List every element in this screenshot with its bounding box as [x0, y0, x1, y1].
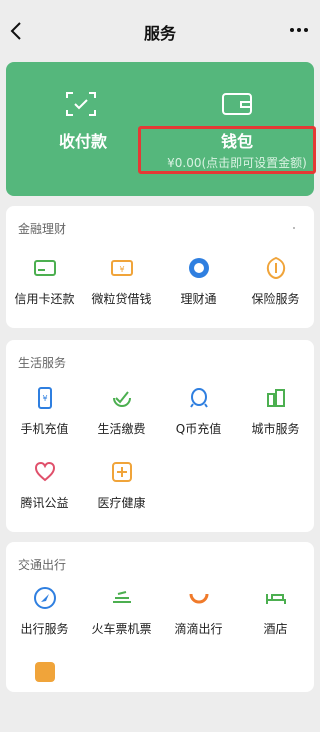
service-item-city[interactable]: 城市服务 — [237, 386, 314, 458]
service-label: 信用卡还款 — [14, 292, 75, 306]
svg-text:¥: ¥ — [42, 394, 47, 403]
service-label: 生活缴费 — [97, 422, 146, 436]
collect-pay-button[interactable]: 收付款 — [6, 62, 160, 196]
service-item-didi[interactable]: 滴滴出行 — [160, 586, 237, 658]
service-label: 医疗健康 — [97, 496, 146, 510]
wallet-icon — [222, 93, 252, 115]
highlight-box — [138, 126, 316, 174]
collect-pay-label: 收付款 — [58, 132, 107, 151]
service-item-train[interactable]: 火车票机票 — [83, 586, 160, 658]
service-label: 手机充值 — [20, 422, 69, 436]
service-label: 火车票机票 — [91, 622, 152, 636]
service-label: 滴滴出行 — [174, 622, 223, 636]
service-item-more[interactable] — [6, 660, 83, 732]
train-ticket-icon — [113, 591, 131, 603]
page-title: 服务 — [143, 24, 176, 43]
section-title: 交通出行 — [18, 558, 67, 572]
section-title: 生活服务 — [18, 356, 67, 370]
service-item-loan[interactable]: ¥ 微粒贷借钱 — [83, 256, 160, 328]
service-item-wealth[interactable]: 理财通 — [160, 256, 237, 328]
city-service-icon — [267, 389, 285, 407]
charity-icon — [34, 461, 56, 482]
service-item-insurance[interactable]: 保险服务 — [237, 256, 314, 328]
service-item-medical[interactable]: 医疗健康 — [83, 460, 160, 532]
wealth-icon — [189, 258, 209, 278]
scan-check-icon — [66, 92, 96, 116]
utility-bill-icon — [113, 391, 131, 407]
insurance-icon — [266, 256, 286, 280]
service-item-credit-card[interactable]: 信用卡还款 — [6, 256, 83, 328]
service-item-utility[interactable]: 生活缴费 — [83, 386, 160, 458]
service-label: 城市服务 — [251, 422, 300, 436]
service-label: Q币充值 — [175, 422, 222, 436]
transport-section: 交通出行 出行服务 火车票机票 滴滴出行 酒店 — [6, 542, 314, 692]
service-label: 腾讯公益 — [20, 496, 69, 510]
service-label: 出行服务 — [20, 622, 69, 636]
decorative-dot — [293, 227, 295, 229]
credit-card-icon — [34, 260, 56, 276]
service-label: 微粒贷借钱 — [91, 292, 152, 306]
phone-recharge-icon: ¥ — [38, 387, 52, 409]
service-item-qq-coin[interactable]: Q币充值 — [160, 386, 237, 458]
travel-service-icon — [34, 587, 56, 609]
service-item-hotel[interactable]: 酒店 — [237, 586, 314, 658]
life-section: 生活服务 ¥ 手机充值 生活缴费 Q币充值 城市服务 腾讯公益 医疗健康 — [6, 340, 314, 532]
service-label: 保险服务 — [251, 292, 300, 306]
shopping-icon — [35, 662, 55, 682]
finance-section: 金融理财 信用卡还款 ¥ 微粒贷借钱 理财通 保险服务 — [6, 206, 314, 328]
section-title: 金融理财 — [18, 222, 67, 236]
medical-icon — [112, 462, 132, 482]
service-item-charity[interactable]: 腾讯公益 — [6, 460, 83, 532]
loan-icon: ¥ — [111, 260, 133, 276]
qq-coin-icon — [190, 388, 208, 408]
hotel-icon — [266, 594, 286, 604]
didi-icon — [189, 593, 209, 604]
service-item-travel[interactable]: 出行服务 — [6, 586, 83, 658]
service-item-phone-recharge[interactable]: ¥ 手机充值 — [6, 386, 83, 458]
top-bar: 服务 — [0, 0, 320, 62]
svg-text:¥: ¥ — [119, 265, 124, 274]
service-label: 理财通 — [180, 292, 217, 306]
more-icon[interactable] — [288, 22, 310, 38]
service-label: 酒店 — [263, 622, 288, 636]
